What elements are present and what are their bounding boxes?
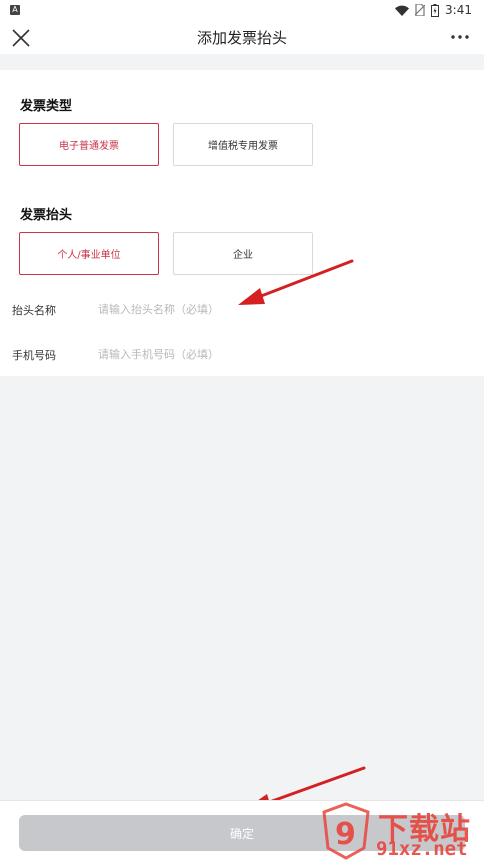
- phone-input[interactable]: [98, 343, 438, 365]
- invoice-form: 发票类型 电子普通发票 增值税专用发票 发票抬头 个人/事业单位 企业 抬头名称…: [0, 70, 484, 376]
- option-electronic-invoice[interactable]: 电子普通发票: [19, 123, 159, 166]
- header-name-input[interactable]: [98, 298, 438, 320]
- option-personal-institution[interactable]: 个人/事业单位: [19, 232, 159, 275]
- phone-label: 手机号码: [12, 349, 56, 362]
- nav-bar: 添加发票抬头: [0, 20, 484, 54]
- wifi-icon: [395, 5, 410, 16]
- invoice-type-title: 发票类型: [20, 99, 73, 114]
- more-icon[interactable]: [448, 29, 472, 45]
- no-sim-icon: [415, 4, 426, 16]
- invoice-header-title: 发票抬头: [20, 208, 73, 223]
- page-title: 添加发票抬头: [196, 29, 287, 47]
- bottom-bar: 确定: [0, 800, 484, 862]
- option-vat-special-invoice[interactable]: 增值税专用发票: [173, 123, 313, 166]
- status-time: 3:41: [445, 3, 472, 17]
- confirm-button[interactable]: 确定: [19, 815, 465, 851]
- option-enterprise[interactable]: 企业: [173, 232, 313, 275]
- app-notification-icon: A: [10, 5, 20, 15]
- header-name-label: 抬头名称: [12, 304, 56, 317]
- status-bar: A 3:41: [0, 0, 484, 20]
- battery-charging-icon: [431, 3, 440, 17]
